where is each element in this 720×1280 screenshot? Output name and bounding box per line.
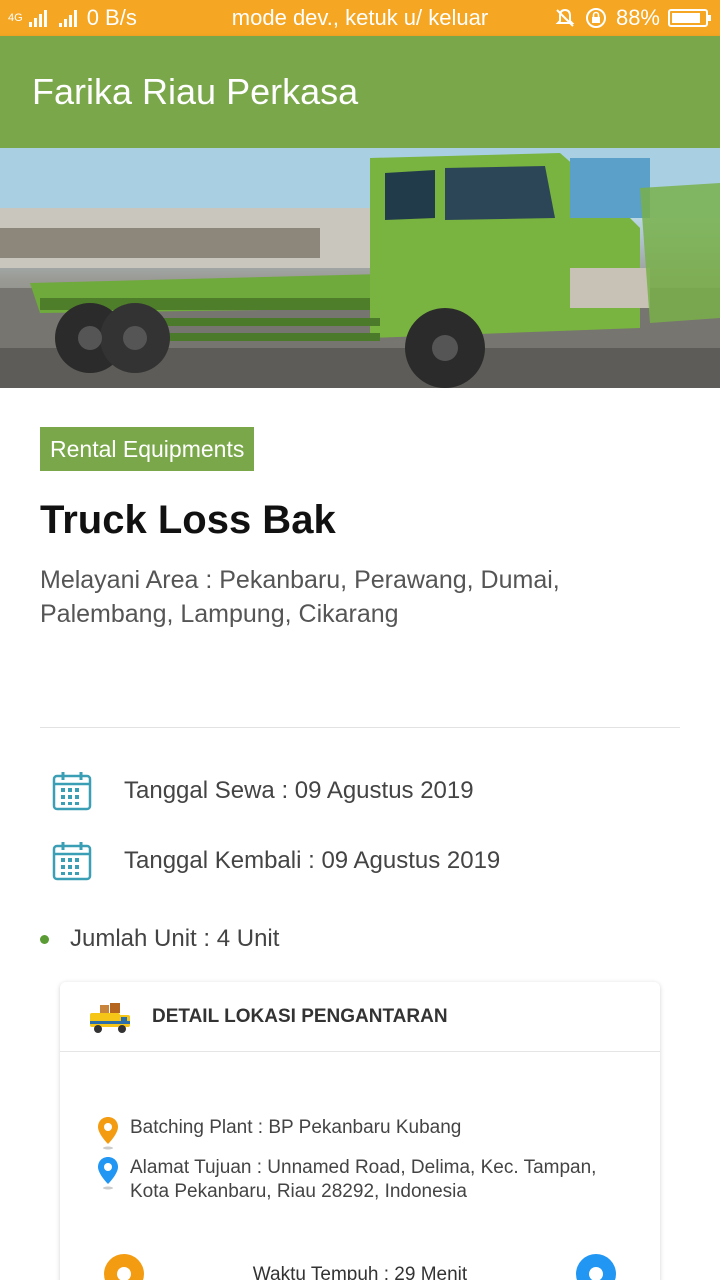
map-pin-blue-icon: [98, 1157, 118, 1190]
hero-image: [0, 148, 720, 388]
mute-bell-icon: [555, 8, 575, 27]
calendar-icon: [52, 842, 92, 881]
app-bar: Farika Riau Perkasa: [0, 36, 720, 148]
status-bar: 4G 0 B/s mode dev., ketuk u/ keluar 88%: [0, 0, 720, 36]
batching-plant-row: Batching Plant : BP Pekanbaru Kubang: [96, 1116, 630, 1150]
delivery-card: DETAIL LOKASI PENGANTARAN Batching Plant…: [60, 982, 660, 1280]
return-date-row: Tanggal Kembali : 09 Agustus 2019: [50, 839, 500, 883]
battery-percent: 88%: [615, 5, 660, 30]
delivery-card-header: DETAIL LOKASI PENGANTARAN: [60, 982, 660, 1052]
map-pin-orange-icon: [98, 1117, 118, 1150]
rent-date: Tanggal Sewa : 09 Agustus 2019: [124, 777, 474, 804]
bullet-dot-icon: [40, 934, 49, 944]
destination-marker-icon: [576, 1254, 616, 1280]
delivery-card-title: DETAIL LOKASI PENGANTARAN: [152, 1005, 448, 1027]
battery-icon: [668, 9, 711, 27]
service-area: Melayani Area : Pekanbaru, Perawang, Dum…: [40, 566, 560, 628]
unit-count-row: Jumlah Unit : 4 Unit: [40, 925, 279, 953]
app-title: Farika Riau Perkasa: [32, 71, 359, 112]
calendar-icon: [52, 772, 92, 811]
truck-image: [0, 148, 720, 388]
batching-plant: Batching Plant : BP Pekanbaru Kubang: [130, 1117, 462, 1138]
delivery-truck-icon: [90, 1002, 130, 1033]
destination-address: Alamat Tujuan : Unnamed Road, Delima, Ke…: [130, 1157, 597, 1202]
rent-date-row: Tanggal Sewa : 09 Agustus 2019: [50, 769, 474, 813]
travel-time: Waktu Tempuh : 29 Menit: [252, 1264, 468, 1280]
unit-count: Jumlah Unit : 4 Unit: [70, 925, 280, 952]
status-right: 88%: [554, 0, 711, 36]
address-row: Alamat Tujuan : Unnamed Road, Delima, Ke…: [96, 1156, 630, 1204]
divider: [40, 727, 680, 728]
return-date: Tanggal Kembali : 09 Agustus 2019: [124, 847, 501, 874]
rotation-lock-icon: [585, 8, 606, 28]
category-badge: Rental Equipments: [40, 427, 255, 471]
battery-fill: [672, 13, 701, 23]
listing-title: Truck Loss Bak: [40, 498, 336, 542]
